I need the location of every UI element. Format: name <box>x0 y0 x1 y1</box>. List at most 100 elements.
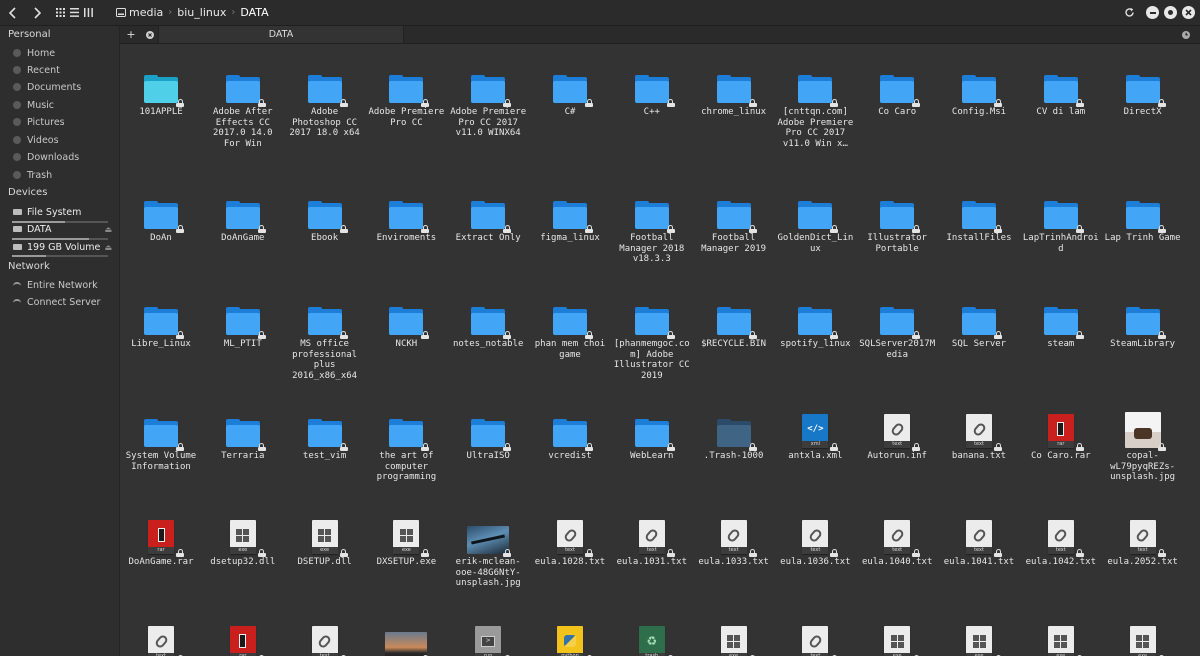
file-item[interactable]: text eula.2052.txt <box>1102 510 1184 568</box>
breadcrumb-media[interactable]: media <box>112 3 167 22</box>
close-button[interactable] <box>1182 6 1195 19</box>
folder-item[interactable]: Adobe Premiere Pro CC <box>365 60 447 128</box>
file-item[interactable] <box>365 616 447 656</box>
file-item[interactable]: text eula.1041.txt <box>938 510 1020 568</box>
forward-button[interactable] <box>30 3 44 22</box>
file-item[interactable]: text eula.1042.txt <box>1020 510 1102 568</box>
folder-item[interactable]: notes_notable <box>447 292 529 350</box>
file-item[interactable]: > run <box>447 616 529 656</box>
folder-item[interactable]: DirectX <box>1102 60 1184 118</box>
folder-item[interactable]: Co Caro <box>856 60 938 118</box>
sidebar-item-documents[interactable]: Documents <box>12 79 116 95</box>
file-item[interactable]: text <box>774 616 856 656</box>
breadcrumb-biu-linux[interactable]: biu_linux <box>173 3 230 22</box>
file-item[interactable]: text <box>120 616 202 656</box>
eject-icon[interactable]: ⏏ <box>104 225 112 234</box>
tab-history-button[interactable] <box>1180 26 1192 43</box>
back-button[interactable] <box>6 3 20 22</box>
sidebar-item-file-system[interactable]: File System <box>12 204 116 220</box>
folder-item[interactable]: Ebook <box>284 186 366 244</box>
folder-item[interactable]: DoAn <box>120 186 202 244</box>
folder-item[interactable]: vcredist <box>529 404 611 462</box>
folder-item[interactable]: Lap Trinh Game <box>1102 186 1184 244</box>
folder-item[interactable]: System Volume Information <box>120 404 202 472</box>
reload-button[interactable] <box>1122 3 1136 22</box>
file-item[interactable]: rar <box>202 616 284 656</box>
file-item[interactable]: text eula.1028.txt <box>529 510 611 568</box>
folder-item[interactable]: Adobe Photoshop CC 2017 18.0 x64 <box>284 60 366 139</box>
sidebar-item-data[interactable]: DATA ⏏ <box>12 221 116 237</box>
folder-item[interactable]: LapTrinhAndroid <box>1020 186 1102 254</box>
folder-item[interactable]: DoAnGame <box>202 186 284 244</box>
folder-item[interactable]: MS office professional plus 2016_x86_x64 <box>284 292 366 381</box>
sidebar-item-connect-server[interactable]: Connect Server <box>12 294 116 310</box>
folder-item[interactable]: test_vim <box>284 404 366 462</box>
folder-item[interactable]: Config.Msi <box>938 60 1020 118</box>
sidebar-item-videos[interactable]: Videos <box>12 132 116 148</box>
folder-item[interactable]: C# <box>529 60 611 118</box>
folder-item[interactable]: Adobe Premiere Pro CC 2017 v11.0 WINX64 <box>447 60 529 139</box>
file-item[interactable]: erik-mclean-ooe-48G6NtY-unsplash.jpg <box>447 510 529 589</box>
file-item[interactable]: text <box>284 616 366 656</box>
list-view-button[interactable] <box>68 3 80 22</box>
sidebar-item-music[interactable]: Music <box>12 97 116 113</box>
folder-item[interactable]: 101APPLE <box>120 60 202 118</box>
sidebar-item-199-gb-volume[interactable]: 199 GB Volume ⏏ <box>12 239 116 255</box>
folder-item[interactable]: UltraISO <box>447 404 529 462</box>
file-item[interactable]: </> xml antxla.xml <box>774 404 856 462</box>
folder-item[interactable]: ML_PTIT <box>202 292 284 350</box>
new-tab-button[interactable]: + <box>124 26 138 43</box>
folder-item[interactable]: chrome_linux <box>693 60 775 118</box>
folder-item[interactable]: steam <box>1020 292 1102 350</box>
folder-item[interactable]: Football Manager 2019 <box>693 186 775 254</box>
file-item[interactable]: text banana.txt <box>938 404 1020 462</box>
file-item[interactable]: text eula.1036.txt <box>774 510 856 568</box>
file-item[interactable]: exe <box>856 616 938 656</box>
file-item[interactable]: exe <box>693 616 775 656</box>
folder-item[interactable]: $RECYCLE.BIN <box>693 292 775 350</box>
folder-item[interactable]: GoldenDict_Linux <box>774 186 856 254</box>
folder-item[interactable]: figma_linux <box>529 186 611 244</box>
icon-view-button[interactable] <box>54 3 66 22</box>
sidebar-item-recent[interactable]: Recent <box>12 62 116 78</box>
file-item[interactable]: exe DXSETUP.exe <box>365 510 447 568</box>
file-item[interactable]: exe <box>1102 616 1184 656</box>
folder-item[interactable]: CV di lam <box>1020 60 1102 118</box>
folder-item[interactable]: SQLServer2017Media <box>856 292 938 360</box>
sidebar-item-entire-network[interactable]: Entire Network <box>12 277 116 293</box>
close-tab-button[interactable] <box>144 26 156 43</box>
tab-data[interactable]: DATA <box>158 26 404 43</box>
folder-item[interactable]: Adobe After Effects CC 2017.0 14.0 For W… <box>202 60 284 149</box>
file-item[interactable]: text Autorun.inf <box>856 404 938 462</box>
file-item[interactable]: copal-wL79pyqREZs-unsplash.jpg <box>1102 404 1184 483</box>
folder-item[interactable]: phan mem choi game <box>529 292 611 360</box>
sidebar-item-home[interactable]: Home <box>12 45 116 61</box>
folder-item[interactable]: C++ <box>611 60 693 118</box>
folder-item[interactable]: Libre_Linux <box>120 292 202 350</box>
column-view-button[interactable] <box>82 3 94 22</box>
file-item[interactable]: exe DSETUP.dll <box>284 510 366 568</box>
file-item[interactable]: text eula.1031.txt <box>611 510 693 568</box>
file-item[interactable]: python <box>529 616 611 656</box>
folder-item[interactable]: .Trash-1000 <box>693 404 775 462</box>
folder-item[interactable]: [phanmemgoc.com] Adobe Illustrator CC 20… <box>611 292 693 381</box>
folder-item[interactable]: NCKH <box>365 292 447 350</box>
folder-item[interactable]: Enviroments <box>365 186 447 244</box>
folder-item[interactable]: SteamLibrary <box>1102 292 1184 350</box>
maximize-button[interactable] <box>1164 6 1177 19</box>
file-item[interactable]: exe dsetup32.dll <box>202 510 284 568</box>
file-item[interactable]: exe <box>938 616 1020 656</box>
minimize-button[interactable] <box>1146 6 1159 19</box>
folder-item[interactable]: WebLearn <box>611 404 693 462</box>
file-item[interactable]: rar DoAnGame.rar <box>120 510 202 568</box>
file-item[interactable]: text eula.1040.txt <box>856 510 938 568</box>
folder-item[interactable]: Extract Only <box>447 186 529 244</box>
file-item[interactable]: ♻ trash <box>611 616 693 656</box>
folder-item[interactable]: Football Manager 2018 v18.3.3 <box>611 186 693 265</box>
sidebar-item-trash[interactable]: Trash <box>12 167 116 183</box>
file-item[interactable]: rar Co Caro.rar <box>1020 404 1102 462</box>
file-item[interactable]: text eula.1033.txt <box>693 510 775 568</box>
breadcrumb-data[interactable]: DATA <box>236 3 272 22</box>
folder-item[interactable]: Terraria <box>202 404 284 462</box>
file-item[interactable]: exe <box>1020 616 1102 656</box>
